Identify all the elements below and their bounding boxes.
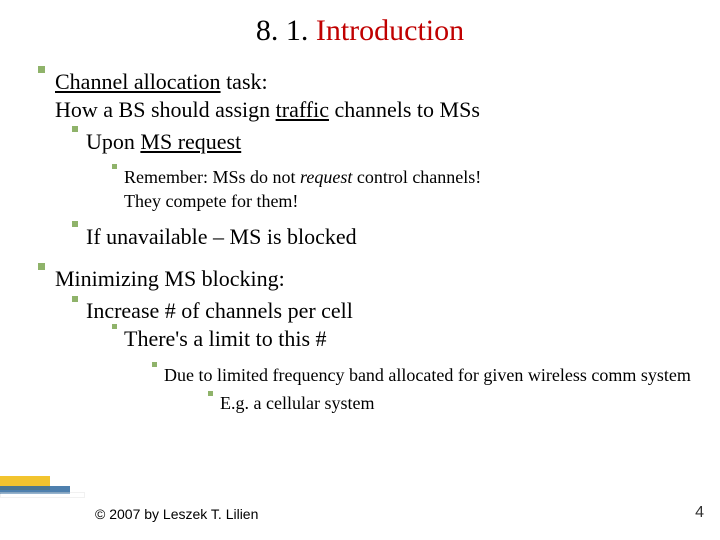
bullet-level5: E.g. a cellular system: [208, 393, 710, 414]
bullet-text: E.g. a cellular system: [220, 393, 710, 414]
bullet-level3: Remember: MSs do not request control cha…: [112, 166, 710, 213]
bullet-text: Due to limited frequency band allocated …: [164, 364, 710, 387]
page-number: 4: [695, 504, 704, 522]
bullet-text: If unavailable – MS is blocked: [86, 223, 710, 251]
square-bullet-icon: [112, 164, 117, 169]
bullet-level4: Due to limited frequency band allocated …: [152, 364, 710, 387]
bullet-level2: Increase # of channels per cell: [72, 298, 710, 324]
bullet-text: Remember: MSs do not request control cha…: [124, 166, 710, 213]
square-bullet-icon: [38, 263, 45, 270]
square-bullet-icon: [72, 126, 78, 132]
square-bullet-icon: [72, 221, 78, 227]
square-bullet-icon: [38, 66, 45, 73]
bullet-text: Channel allocation task: How a BS should…: [55, 68, 710, 124]
bullet-level2: Upon MS request: [72, 128, 710, 156]
title-text: Introduction: [316, 14, 464, 47]
footer-decoration: [0, 476, 90, 500]
bullet-text: Increase # of channels per cell: [86, 298, 710, 324]
bullet-level1: Channel allocation task: How a BS should…: [38, 68, 710, 124]
square-bullet-icon: [208, 391, 213, 396]
bullet-level2: If unavailable – MS is blocked: [72, 223, 710, 251]
square-bullet-icon: [152, 362, 157, 367]
slide-title: 8. 1. Introduction: [0, 0, 720, 68]
decoration-block: [0, 492, 85, 498]
slide-content: Channel allocation task: How a BS should…: [0, 68, 720, 414]
square-bullet-icon: [72, 296, 78, 302]
bullet-level3: There's a limit to this #: [112, 326, 710, 352]
bullet-text: Upon MS request: [86, 128, 710, 156]
bullet-level1: Minimizing MS blocking:: [38, 265, 710, 293]
copyright-text: © 2007 by Leszek T. Lilien: [95, 506, 258, 522]
title-number: 8. 1.: [256, 14, 316, 47]
bullet-text: Minimizing MS blocking:: [55, 265, 710, 293]
bullet-text: There's a limit to this #: [124, 326, 710, 352]
square-bullet-icon: [112, 324, 117, 329]
